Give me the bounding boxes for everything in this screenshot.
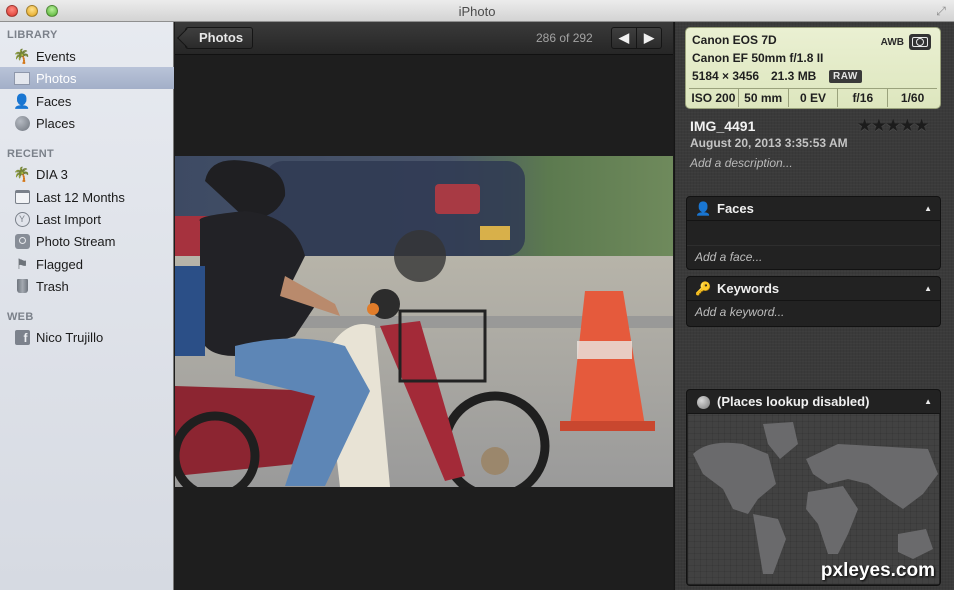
metering-mode-icon bbox=[909, 34, 931, 50]
title-bar: iPhoto ⤢ bbox=[0, 0, 954, 22]
iso-value: ISO 200 bbox=[691, 91, 736, 105]
fullscreen-icon[interactable]: ⤢ bbox=[934, 4, 948, 18]
sidebar-item-label: Last 12 Months bbox=[36, 189, 125, 205]
flag-icon: ⚑ bbox=[15, 255, 29, 272]
africa bbox=[806, 486, 858, 554]
file-size: 21.3 MB bbox=[771, 69, 817, 83]
sidebar-item-photo-stream[interactable]: Photo Stream bbox=[0, 230, 174, 252]
sidebar-item-faces[interactable]: 👤 Faces bbox=[0, 90, 174, 112]
add-face-field[interactable]: Add a face... bbox=[687, 245, 940, 269]
trash-icon bbox=[13, 277, 31, 295]
photo-viewer: Photos 286 of 292 ◀ ▶ bbox=[175, 22, 673, 590]
sidebar-item-last-12-months[interactable]: Last 12 Months bbox=[0, 186, 174, 208]
south-america bbox=[753, 514, 786, 574]
focal-length-value: 50 mm bbox=[737, 89, 788, 107]
palm-tree-icon: 🌴 bbox=[13, 165, 31, 182]
next-photo-button[interactable]: ▶ bbox=[636, 28, 661, 48]
greenland bbox=[763, 422, 798, 459]
previous-photo-button[interactable]: ◀ bbox=[612, 28, 636, 48]
image-dimensions: 5184 × 3456 bbox=[692, 69, 760, 83]
sidebar-item-label: Last Import bbox=[36, 211, 102, 227]
facebook-icon: f bbox=[13, 328, 31, 346]
camera-model: Canon EOS 7D bbox=[692, 33, 777, 47]
sidebar-item-label: DIA 3 bbox=[36, 166, 68, 182]
window-title: iPhoto bbox=[458, 4, 496, 19]
keywords-panel-header[interactable]: 🔑 Keywords ▲ bbox=[687, 277, 940, 301]
watermark: pxleyes.com bbox=[820, 560, 935, 581]
places-panel-title: (Places lookup disabled) bbox=[717, 394, 870, 409]
sidebar-item-label: Flagged bbox=[36, 256, 83, 272]
sidebar-item-label: Events bbox=[36, 48, 76, 64]
person-icon: 👤 bbox=[695, 200, 712, 216]
lens-model: Canon EF 50mm f/1.8 II bbox=[692, 51, 824, 65]
viewer-toolbar: Photos 286 of 292 ◀ ▶ bbox=[175, 22, 673, 55]
sidebar-item-photos[interactable]: Photos bbox=[0, 67, 174, 89]
keywords-panel: 🔑 Keywords ▲ Add a keyword... bbox=[686, 276, 941, 327]
exposure-bias-value: 0 EV bbox=[787, 89, 838, 107]
add-keyword-field[interactable]: Add a keyword... bbox=[687, 301, 940, 326]
import-clock-icon: Y bbox=[13, 210, 31, 228]
places-panel: (Places lookup disabled) ▲ pxleyes.com bbox=[686, 389, 941, 586]
photo-counter: 286 of 292 bbox=[536, 31, 593, 45]
world-map[interactable]: pxleyes.com bbox=[688, 414, 939, 584]
sidebar-item-events[interactable]: 🌴 Events bbox=[0, 45, 174, 67]
north-america bbox=[693, 442, 776, 514]
photo-stream-icon bbox=[13, 232, 31, 250]
faces-panel-header[interactable]: 👤 Faces ▲ bbox=[687, 197, 940, 221]
section-header-recent: RECENT bbox=[7, 148, 55, 160]
exif-card: Canon EOS 7D Canon EF 50mm f/1.8 II 5184… bbox=[685, 27, 941, 109]
section-header-library: LIBRARY bbox=[7, 29, 58, 41]
shutter-speed-value: 1/60 bbox=[887, 89, 937, 107]
iphoto-window: iPhoto ⤢ LIBRARY 🌴 Events Photos 👤 Faces… bbox=[0, 0, 954, 590]
key-icon: 🔑 bbox=[695, 280, 712, 296]
calendar-icon bbox=[13, 188, 31, 206]
sidebar-item-places[interactable]: Places bbox=[0, 112, 174, 134]
photo-nav-group: ◀ ▶ bbox=[611, 27, 662, 49]
back-button-label: Photos bbox=[199, 30, 244, 45]
aperture-value: f/16 bbox=[837, 89, 887, 107]
back-to-photos-button[interactable]: Photos bbox=[185, 27, 254, 49]
photo-motorcyclist bbox=[175, 156, 673, 487]
exposure-row: ISO 200 50 mm 0 EV f/16 1/60 bbox=[689, 88, 937, 107]
sidebar: LIBRARY 🌴 Events Photos 👤 Faces Places R… bbox=[0, 22, 174, 590]
sidebar-item-label: Photos bbox=[36, 70, 77, 86]
arrow-right-icon: ▶ bbox=[644, 30, 654, 45]
sidebar-item-trash[interactable]: Trash bbox=[0, 275, 174, 297]
places-panel-header[interactable]: (Places lookup disabled) ▲ bbox=[687, 390, 940, 414]
faces-list bbox=[687, 221, 940, 245]
person-icon: 👤 bbox=[13, 92, 31, 109]
description-field[interactable]: Add a description... bbox=[690, 156, 793, 170]
photos-icon bbox=[13, 69, 31, 87]
sidebar-item-flagged[interactable]: ⚑ Flagged bbox=[0, 253, 174, 275]
keywords-panel-title: Keywords bbox=[717, 281, 780, 296]
globe-icon bbox=[13, 114, 31, 132]
sidebar-item-last-import[interactable]: Y Last Import bbox=[0, 208, 174, 230]
world-map-continents bbox=[693, 422, 938, 574]
sidebar-item-label: Trash bbox=[36, 278, 69, 294]
australia bbox=[898, 529, 933, 559]
white-balance-label: AWB bbox=[880, 37, 904, 48]
sidebar-item-label: Places bbox=[36, 115, 76, 131]
collapse-triangle-icon[interactable]: ▲ bbox=[924, 204, 932, 213]
star-rating[interactable]: ★★★★★ bbox=[857, 116, 929, 136]
photo-title[interactable]: IMG_4491 bbox=[690, 118, 755, 134]
arrow-left-icon: ◀ bbox=[619, 30, 629, 45]
sidebar-item-dia-3[interactable]: 🌴 DIA 3 bbox=[0, 163, 174, 185]
raw-badge: RAW bbox=[829, 70, 862, 83]
info-panel: Canon EOS 7D Canon EF 50mm f/1.8 II 5184… bbox=[674, 22, 954, 590]
photo-image[interactable] bbox=[175, 156, 673, 487]
faces-panel-title: Faces bbox=[717, 201, 754, 216]
sidebar-item-label: Nico Trujillo bbox=[36, 329, 104, 345]
palm-tree-icon: 🌴 bbox=[13, 47, 31, 64]
photo-date[interactable]: August 20, 2013 3:35:53 AM bbox=[690, 136, 848, 150]
faces-panel: 👤 Faces ▲ Add a face... bbox=[686, 196, 941, 270]
sidebar-item-nico-trujillo[interactable]: f Nico Trujillo bbox=[0, 326, 174, 348]
collapse-triangle-icon[interactable]: ▲ bbox=[924, 284, 932, 293]
collapse-triangle-icon[interactable]: ▲ bbox=[924, 397, 932, 406]
sidebar-item-label: Faces bbox=[36, 93, 72, 109]
globe-icon bbox=[695, 394, 711, 410]
section-header-web: WEB bbox=[7, 311, 34, 323]
sidebar-item-label: Photo Stream bbox=[36, 233, 116, 249]
